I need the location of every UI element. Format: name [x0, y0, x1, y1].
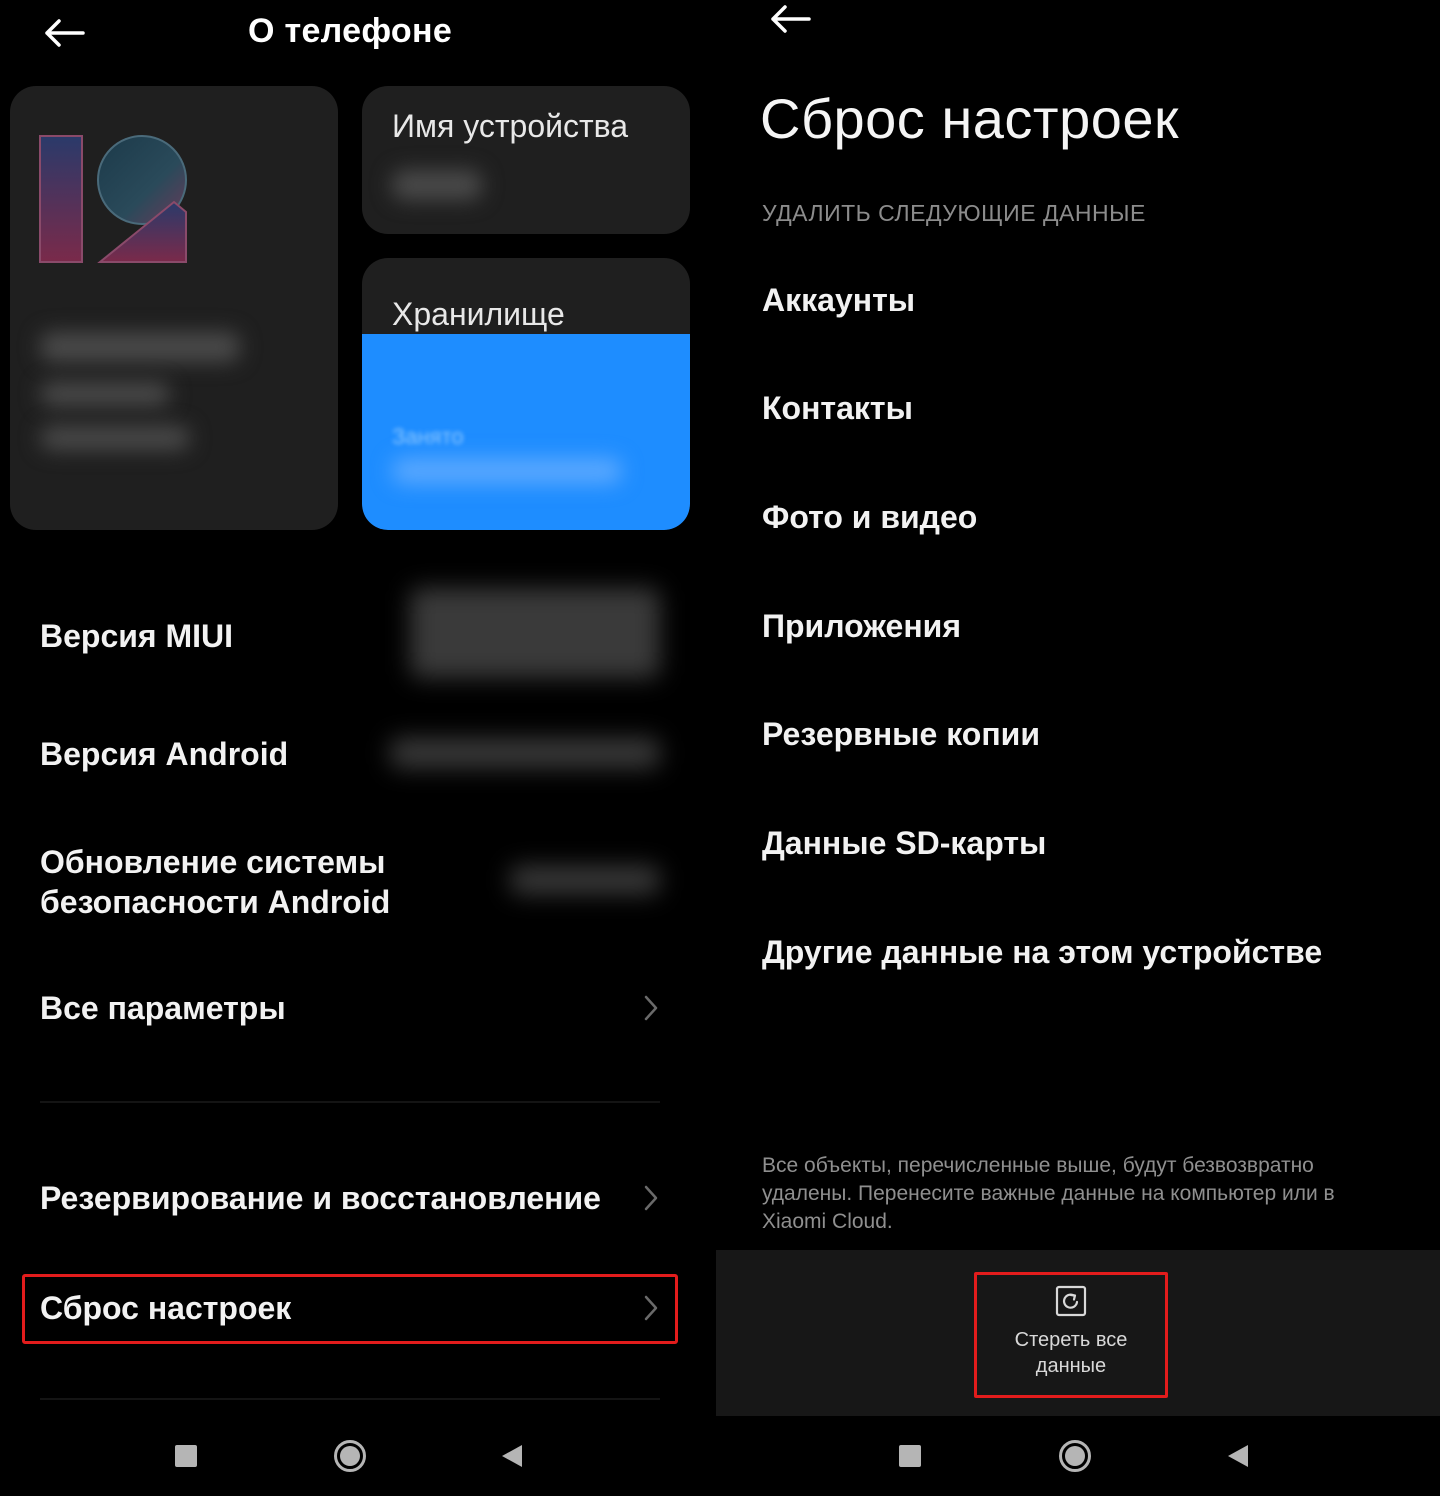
- miui-logo-icon: [39, 135, 187, 263]
- data-item-accounts: Аккаунты: [762, 282, 916, 318]
- circle-icon: [1059, 1440, 1091, 1472]
- storage-label: Хранилище: [392, 296, 565, 332]
- security-update-label: Обновление системы безопасности Android: [40, 844, 391, 920]
- navigation-bar: [716, 1416, 1440, 1496]
- circle-icon: [334, 1440, 366, 1472]
- nav-back-button[interactable]: [1216, 1434, 1260, 1478]
- about-phone-screen: О телефоне Имя устройства Хранилище Заня…: [0, 0, 712, 1496]
- back-button[interactable]: [760, 0, 820, 44]
- data-item-photos: Фото и видео: [762, 499, 978, 535]
- chevron-right-icon: [644, 1185, 658, 1211]
- blurred-text: [40, 382, 170, 406]
- divider: [40, 1398, 660, 1400]
- warning-text: Все объекты, перечисленные выше, будут б…: [762, 1154, 1335, 1233]
- android-version-label: Версия Android: [40, 736, 289, 772]
- miui-version-card[interactable]: [10, 86, 338, 530]
- square-icon: [175, 1445, 197, 1467]
- data-item-apps: Приложения: [762, 608, 961, 644]
- all-params-row[interactable]: Все параметры: [40, 988, 670, 1028]
- erase-all-data-button[interactable]: Стереть все данные: [974, 1272, 1168, 1398]
- recents-button[interactable]: [164, 1434, 208, 1478]
- page-title: О телефоне: [248, 12, 453, 50]
- arrow-left-icon: [45, 19, 85, 47]
- blurred-text: [392, 170, 482, 200]
- bottom-action-panel: Стереть все данные: [716, 1250, 1440, 1416]
- arrow-left-icon: [771, 5, 811, 33]
- data-item-contacts: Контакты: [762, 390, 913, 426]
- nav-back-button[interactable]: [490, 1434, 534, 1478]
- blurred-value: [390, 738, 660, 768]
- blurred-text: [392, 458, 622, 484]
- backup-restore-row[interactable]: Резервирование и восстановление: [40, 1178, 670, 1218]
- storage-used-label: Занято: [392, 424, 464, 449]
- section-header: УДАЛИТЬ СЛЕДУЮЩИЕ ДАННЫЕ: [762, 200, 1146, 226]
- recents-button[interactable]: [888, 1434, 932, 1478]
- page-title: Сброс настроек: [760, 87, 1180, 150]
- back-button[interactable]: [34, 8, 94, 58]
- device-name-card[interactable]: Имя устройства: [362, 86, 690, 234]
- data-item-backups: Резервные копии: [762, 716, 1040, 752]
- triangle-icon: [502, 1445, 522, 1467]
- factory-reset-screen: Сброс настроек УДАЛИТЬ СЛЕДУЮЩИЕ ДАННЫЕ …: [716, 0, 1440, 1496]
- blurred-text: [40, 426, 190, 450]
- blurred-value: [410, 588, 660, 678]
- device-name-label: Имя устройства: [392, 108, 629, 144]
- erase-button-label: Стереть все данные: [1014, 1329, 1128, 1377]
- highlight-box: [22, 1274, 678, 1344]
- divider: [40, 1101, 660, 1103]
- home-button[interactable]: [1053, 1434, 1097, 1478]
- miui-version-label: Версия MIUI: [40, 618, 234, 654]
- erase-data-icon: [1055, 1285, 1087, 1317]
- chevron-right-icon: [644, 995, 658, 1021]
- navigation-bar: [0, 1416, 712, 1496]
- triangle-icon: [1228, 1445, 1248, 1467]
- storage-card[interactable]: Хранилище Занято: [362, 258, 690, 530]
- home-button[interactable]: [328, 1434, 372, 1478]
- blurred-text: [40, 332, 240, 362]
- square-icon: [899, 1445, 921, 1467]
- blurred-value: [510, 866, 660, 894]
- all-params-label: Все параметры: [40, 990, 286, 1026]
- data-item-sd-card: Данные SD-карты: [762, 825, 1047, 861]
- backup-restore-label: Резервирование и восстановление: [40, 1180, 601, 1216]
- security-update-row[interactable]: Обновление системы безопасности Android: [40, 842, 440, 922]
- data-item-other: Другие данные на этом устройстве: [762, 934, 1323, 970]
